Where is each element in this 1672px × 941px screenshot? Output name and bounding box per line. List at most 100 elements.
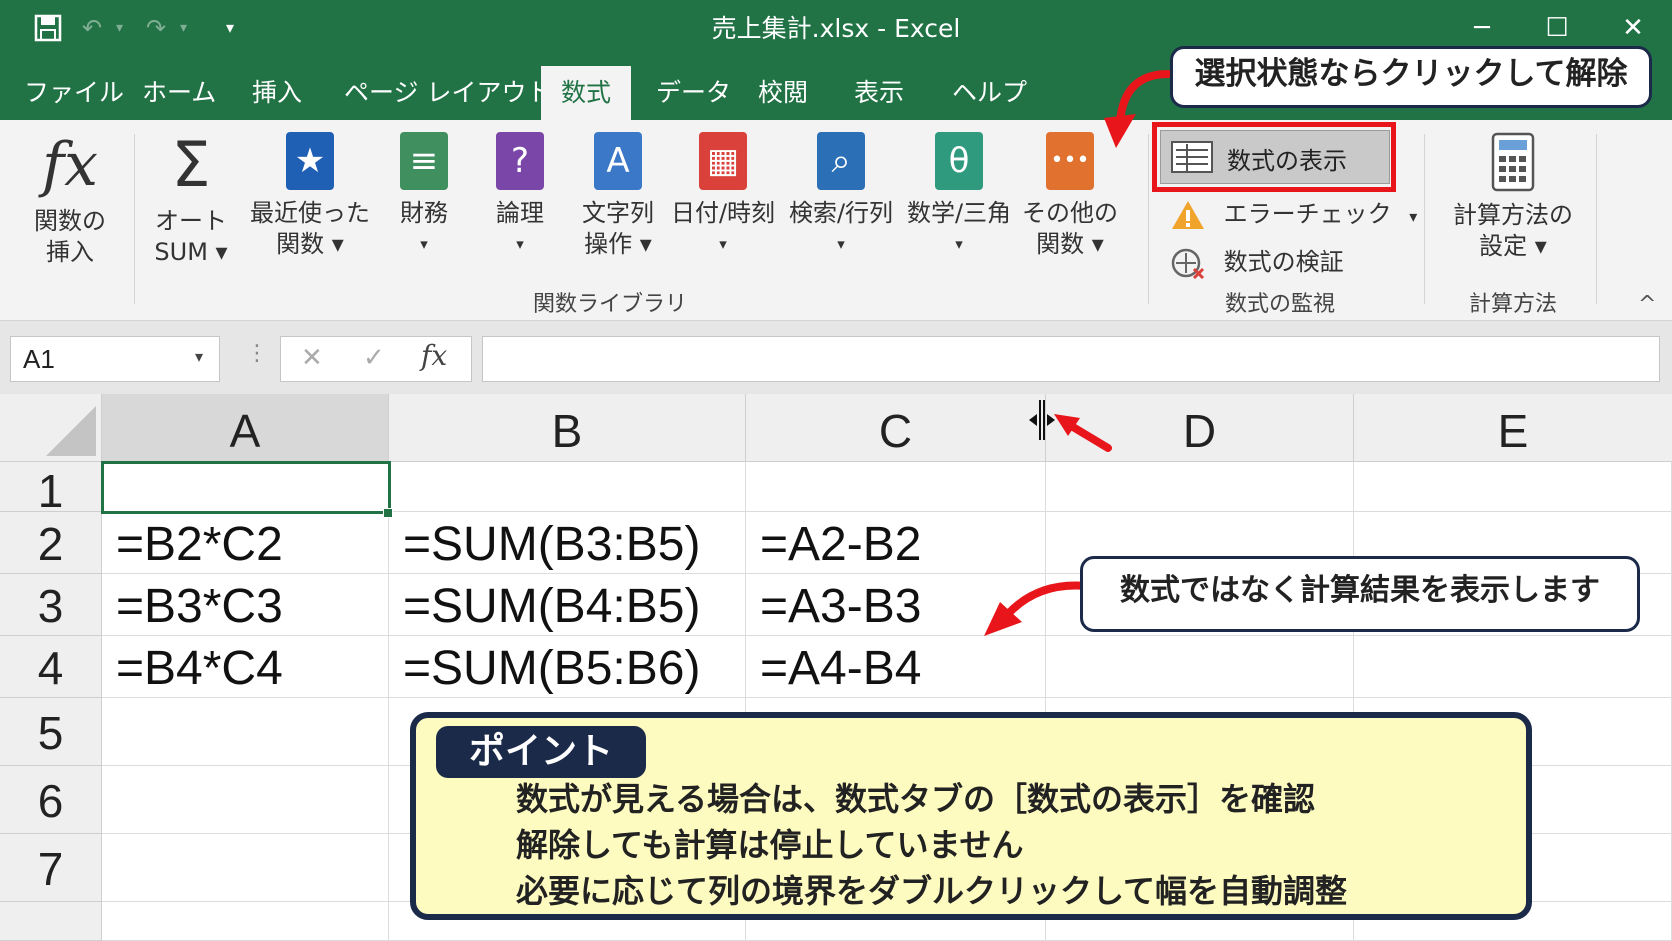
- cell-e4[interactable]: [1354, 636, 1672, 698]
- tab-view[interactable]: 表示: [854, 66, 904, 120]
- fill-handle[interactable]: [383, 508, 393, 518]
- autosum-label: オート: [155, 207, 227, 235]
- sigma-icon: Σ: [171, 128, 211, 201]
- column-header-b[interactable]: B: [389, 394, 746, 462]
- minimize-button[interactable]: ─: [1457, 8, 1507, 48]
- tab-file[interactable]: ファイル: [24, 66, 124, 120]
- insert-function-button[interactable]: fx 関数の 挿入: [22, 132, 118, 268]
- formula-input[interactable]: [482, 336, 1660, 382]
- insert-function-icon[interactable]: fx: [421, 339, 447, 372]
- tab-home[interactable]: ホーム: [142, 66, 216, 120]
- magnifier-book-icon: ⌕: [817, 132, 865, 190]
- autosum-button[interactable]: Σ オート SUM ▾: [146, 132, 236, 268]
- calculation-options-label-2: 設定 ▾: [1479, 232, 1547, 260]
- calculation-options-button[interactable]: 計算方法の 設定 ▾: [1440, 132, 1586, 262]
- warning-icon: [1172, 201, 1204, 229]
- row-header-3[interactable]: 3: [0, 574, 102, 636]
- show-formulas-button[interactable]: 数式の表示: [1160, 130, 1390, 184]
- error-checking-dropdown-icon: ▾: [1409, 207, 1418, 226]
- name-box-value: A1: [23, 344, 55, 374]
- column-header-e[interactable]: E: [1354, 394, 1672, 462]
- cell-a2[interactable]: =B2*C2: [102, 512, 389, 574]
- date-time-label: 日付/時刻: [670, 199, 776, 227]
- row-header-5[interactable]: 5: [0, 698, 102, 766]
- collapse-ribbon-icon[interactable]: ^: [1638, 292, 1656, 317]
- cell-a4[interactable]: =B4*C4: [102, 636, 389, 698]
- more-functions-label: その他の: [1022, 199, 1118, 227]
- cell-a8[interactable]: [102, 902, 389, 941]
- math-trig-label: 数学/三角: [906, 199, 1012, 227]
- insert-function-label-2: 挿入: [46, 238, 94, 266]
- column-header-c[interactable]: C: [746, 394, 1046, 462]
- calendar-book-icon: ▦: [699, 132, 747, 190]
- red-curved-arrow-top-icon: [1104, 70, 1170, 148]
- row-header-6[interactable]: 6: [0, 766, 102, 834]
- cell-c1[interactable]: [746, 462, 1046, 512]
- cell-d1[interactable]: [1046, 462, 1354, 512]
- row-header-1[interactable]: 1: [0, 462, 102, 517]
- row-header-2[interactable]: 2: [0, 512, 102, 574]
- tab-page-layout[interactable]: ページ レイアウト: [344, 66, 551, 120]
- row-header-8[interactable]: [0, 902, 102, 941]
- cell-a7[interactable]: [102, 834, 389, 902]
- worksheet-grid: A B C D E 1 2 3 4 5 6 7 =B2*C2 =SUM(B3:B…: [0, 394, 1672, 941]
- close-button[interactable]: ✕: [1608, 8, 1658, 48]
- select-all-button[interactable]: [0, 394, 102, 462]
- cell-c4[interactable]: =A4-B4: [746, 636, 1046, 698]
- tab-insert[interactable]: 挿入: [252, 66, 302, 120]
- evaluate-formula-button[interactable]: 数式の検証: [1170, 242, 1344, 280]
- cell-e1[interactable]: [1354, 462, 1672, 512]
- cell-d4[interactable]: [1046, 636, 1354, 698]
- separator: [1148, 134, 1149, 304]
- column-header-a[interactable]: A: [102, 394, 389, 462]
- ribbon: fx 関数の 挿入 Σ オート SUM ▾ ★ 最近使った 関数 ▾ ≡ 財務 …: [0, 120, 1672, 321]
- evaluate-formula-label: 数式の検証: [1223, 248, 1344, 276]
- name-box[interactable]: A1 ▾: [10, 336, 220, 382]
- name-box-dropdown-icon[interactable]: ▾: [195, 347, 203, 366]
- row-header-4[interactable]: 4: [0, 636, 102, 698]
- row-header-7[interactable]: 7: [0, 834, 102, 902]
- calculation-options-label: 計算方法の: [1453, 201, 1573, 229]
- group-label-calculation: 計算方法: [1468, 292, 1557, 317]
- financial-button[interactable]: ≡ 財務 ▾: [392, 132, 456, 260]
- math-trig-button[interactable]: θ 数学/三角 ▾: [904, 132, 1014, 260]
- recently-used-label: 最近使った: [250, 199, 370, 227]
- recently-used-button[interactable]: ★ 最近使った 関数 ▾: [248, 132, 372, 260]
- point-box: ポイント 数式が見える場合は、数式タブの［数式の表示］を確認 解除しても計算は停…: [410, 712, 1532, 920]
- cancel-icon[interactable]: ✕: [301, 343, 323, 373]
- cell-b4[interactable]: =SUM(B5:B6): [389, 636, 746, 698]
- error-checking-label: エラーチェック: [1223, 200, 1392, 228]
- tab-help[interactable]: ヘルプ: [952, 66, 1027, 120]
- point-title: ポイント: [436, 726, 646, 778]
- date-time-button[interactable]: ▦ 日付/時刻 ▾: [668, 132, 778, 260]
- formula-bar: A1 ▾ ⋮ ✕ ✓ fx: [0, 321, 1672, 394]
- logical-dropdown-icon: ▾: [516, 235, 524, 253]
- cell-b2[interactable]: =SUM(B3:B5): [389, 512, 746, 574]
- tab-data[interactable]: データ: [656, 66, 731, 120]
- insert-function-label: 関数の: [34, 207, 106, 235]
- financial-book-icon: ≡: [400, 132, 448, 190]
- cell-a5[interactable]: [102, 698, 389, 766]
- enter-icon[interactable]: ✓: [363, 343, 385, 373]
- logical-button[interactable]: ? 論理 ▾: [488, 132, 552, 260]
- tab-formulas[interactable]: 数式: [541, 66, 632, 120]
- point-text: 数式が見える場合は、数式タブの［数式の表示］を確認 解除しても計算は停止していま…: [516, 776, 1347, 914]
- lookup-reference-button[interactable]: ⌕ 検索/行列 ▾: [786, 132, 896, 260]
- maximize-button[interactable]: ☐: [1532, 8, 1582, 48]
- select-all-triangle-icon: [46, 406, 96, 456]
- lookup-label: 検索/行列: [788, 199, 894, 227]
- lookup-dropdown-icon: ▾: [837, 235, 845, 253]
- cell-b3[interactable]: =SUM(B4:B5): [389, 574, 746, 636]
- logical-label: 論理: [496, 199, 544, 227]
- cell-a3[interactable]: =B3*C3: [102, 574, 389, 636]
- cell-b1[interactable]: [389, 462, 746, 512]
- autosum-label-2: SUM ▾: [154, 238, 228, 266]
- group-label-formula-auditing: 数式の監視: [1224, 292, 1335, 317]
- result-display-callout: 数式ではなく計算結果を表示します: [1080, 556, 1640, 632]
- text-functions-button[interactable]: A 文字列 操作 ▾: [576, 132, 660, 260]
- cell-c2[interactable]: =A2-B2: [746, 512, 1046, 574]
- show-formulas-label: 数式の表示: [1227, 147, 1347, 175]
- tab-review[interactable]: 校閲: [758, 66, 808, 120]
- error-checking-button[interactable]: エラーチェック ▾: [1170, 194, 1417, 231]
- cell-a6[interactable]: [102, 766, 389, 834]
